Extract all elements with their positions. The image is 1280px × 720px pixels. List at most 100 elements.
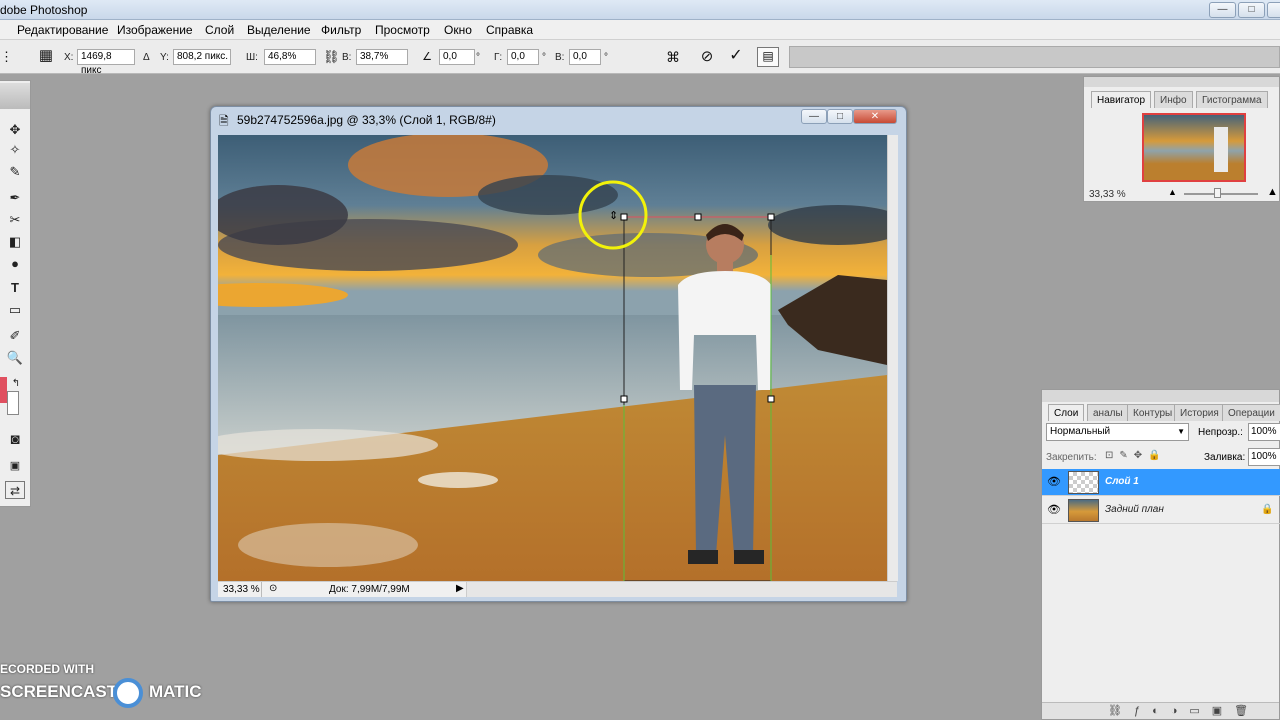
doc-minimize-button[interactable]: — — [801, 109, 827, 124]
menu-filter[interactable]: Фильтр — [321, 23, 361, 37]
layer-row-selected[interactable]: 👁 Слой 1 — [1042, 469, 1280, 496]
watermark-line3: MATIC — [149, 682, 202, 701]
hskew-unit: ° — [542, 52, 546, 63]
history-brush-icon[interactable]: ✂ — [5, 211, 25, 229]
layers-footer-icons[interactable]: ⛓ƒ◐◑▭▣🗑 — [1042, 702, 1279, 719]
commit-transform-icon[interactable]: ✓ — [727, 48, 745, 64]
zoom-in-icon[interactable]: ▲ — [1267, 186, 1278, 198]
layer-name[interactable]: Слой 1 — [1105, 476, 1139, 487]
navigator-panel: Навигатор Инфо Гистограмма 33,33 % ▲ ▲ — [1083, 76, 1280, 202]
image-canvas[interactable]: ⇕ — [218, 135, 887, 581]
gradient-tool-icon[interactable]: ◧ — [5, 233, 25, 251]
tab-histogram[interactable]: Гистограмма — [1196, 91, 1268, 108]
horizontal-scrollbar[interactable] — [466, 582, 897, 597]
vertical-scrollbar[interactable] — [887, 135, 898, 581]
palette-well — [789, 46, 1280, 68]
tab-navigator[interactable]: Навигатор — [1091, 91, 1152, 108]
fill-field[interactable]: 100% — [1248, 448, 1280, 466]
angle-field[interactable]: 0,0 — [439, 49, 475, 65]
zoom-slider[interactable] — [1184, 193, 1258, 195]
layers-titlebar[interactable] — [1042, 390, 1279, 402]
zoom-slider-thumb[interactable] — [1214, 188, 1221, 198]
document-status-bar: 33,33 % ⊙ Док: 7,99M/7,99M ▶ — [218, 581, 897, 597]
reference-point-icon[interactable]: ▦ — [36, 48, 56, 64]
menu-layer[interactable]: Слой — [205, 23, 234, 37]
tab-actions[interactable]: Операции — [1222, 404, 1280, 421]
menu-window[interactable]: Окно — [444, 23, 472, 37]
type-tool-icon[interactable]: T — [5, 279, 25, 297]
hskew-label: Г: — [494, 52, 503, 63]
h-label: В: — [342, 52, 352, 63]
screen-mode-icon[interactable]: ▣ — [5, 457, 25, 475]
background-color-swatch[interactable] — [7, 391, 19, 415]
quick-mask-icon[interactable]: ◙ — [5, 431, 25, 449]
x-field[interactable]: 1469,8 пикс — [77, 49, 135, 76]
lock-icons[interactable]: ⊡✎✥🔒 — [1105, 450, 1167, 461]
y-field[interactable]: 808,2 пикс. — [173, 49, 231, 65]
layer-row[interactable]: 👁 Задний план 🔒 — [1042, 497, 1280, 524]
zoom-tool-icon[interactable]: 🔍 — [5, 349, 25, 367]
swap-colors-icon[interactable]: ↰ — [10, 375, 22, 393]
vskew-label: В: — [555, 52, 565, 63]
cancel-transform-icon[interactable]: ⊘ — [698, 49, 716, 65]
tab-info[interactable]: Инфо — [1154, 91, 1193, 108]
tab-history[interactable]: История — [1174, 404, 1225, 421]
toolbox: ✥ ✧ ✎ ✒ ✂ ◧ ● T ▭ ✐ 🔍 ↰ ◙ ▣ ⇄ — [0, 80, 31, 507]
shape-tool-icon[interactable]: ▭ — [5, 301, 25, 319]
width-field[interactable]: 46,8% — [264, 49, 316, 65]
menu-help[interactable]: Справка — [486, 23, 533, 37]
options-bar: ⋮ ▦ X: 1469,8 пикс Δ Y: 808,2 пикс. Ш: 4… — [0, 40, 1280, 76]
imageready-icon[interactable]: ⇄ — [5, 481, 25, 499]
doc-maximize-button[interactable]: □ — [827, 109, 853, 124]
beach-image: ⇕ — [218, 135, 887, 581]
opacity-field[interactable]: 100% — [1248, 423, 1280, 441]
menu-select[interactable]: Выделение — [247, 23, 311, 37]
close-button[interactable] — [1267, 2, 1280, 18]
document-window: 🗎 59b274752596a.jpg @ 33,3% (Слой 1, RGB… — [210, 106, 907, 602]
eyedropper-tool-icon[interactable]: ✎ — [5, 163, 25, 181]
navigator-thumbnail[interactable] — [1142, 113, 1246, 182]
delta-icon[interactable]: Δ — [143, 52, 150, 63]
link-icon[interactable]: ⛓ — [323, 49, 340, 65]
status-menu-icon[interactable]: ⊙ — [269, 583, 277, 594]
file-browser-icon[interactable]: ▤ — [757, 47, 779, 67]
blend-mode-select[interactable]: Нормальный ▼ — [1046, 423, 1189, 441]
minimize-button[interactable]: — — [1209, 2, 1236, 18]
svg-text:⇕: ⇕ — [609, 210, 618, 222]
zoom-readout[interactable]: 33,33 % — [218, 582, 262, 597]
doc-close-button[interactable]: ✕ — [853, 109, 897, 124]
menu-bar: Редактирование Изображение Слой Выделени… — [0, 20, 1280, 40]
magic-wand-icon[interactable]: ✧ — [5, 141, 25, 159]
tool-preset-icon[interactable]: ⋮ — [0, 49, 13, 65]
lock-label: Закрепить: — [1046, 452, 1097, 463]
screencast-watermark: ECORDED WITH SCREENCAST MATIC — [0, 662, 220, 712]
tab-channels[interactable]: аналы — [1087, 404, 1129, 421]
foreground-color-swatch[interactable] — [0, 377, 7, 403]
tab-layers[interactable]: Слои — [1048, 404, 1085, 421]
menu-image[interactable]: Изображение — [117, 23, 193, 37]
tab-paths[interactable]: Контуры — [1127, 404, 1179, 421]
move-tool-icon[interactable]: ✥ — [5, 121, 25, 139]
navigator-zoom[interactable]: 33,33 % — [1089, 189, 1126, 200]
document-title: 59b274752596a.jpg @ 33,3% (Слой 1, RGB/8… — [237, 113, 496, 127]
vskew-field[interactable]: 0,0 — [569, 49, 601, 65]
menu-view[interactable]: Просмотр — [375, 23, 430, 37]
document-icon: 🗎 — [219, 114, 229, 128]
dodge-tool-icon[interactable]: ● — [5, 255, 25, 273]
warp-icon[interactable]: ⌘ — [664, 49, 682, 65]
pen-tool-icon[interactable]: ✐ — [5, 327, 25, 345]
zoom-out-icon[interactable]: ▲ — [1168, 187, 1177, 197]
maximize-button[interactable]: □ — [1238, 2, 1265, 18]
w-label: Ш: — [246, 52, 258, 63]
navigator-titlebar[interactable] — [1084, 77, 1279, 87]
x-label: X: — [64, 52, 74, 63]
thumbnail-figure — [1214, 127, 1228, 172]
hskew-field[interactable]: 0,0 — [507, 49, 539, 65]
status-arrow-icon[interactable]: ▶ — [456, 583, 464, 594]
menu-edit[interactable]: Редактирование — [17, 23, 108, 37]
brush-tool-icon[interactable]: ✒ — [5, 189, 25, 207]
height-field[interactable]: 38,7% — [356, 49, 408, 65]
layer-name[interactable]: Задний план — [1105, 504, 1164, 515]
eye-icon[interactable]: 👁 — [1047, 503, 1061, 517]
eye-icon[interactable]: 👁 — [1047, 475, 1061, 489]
